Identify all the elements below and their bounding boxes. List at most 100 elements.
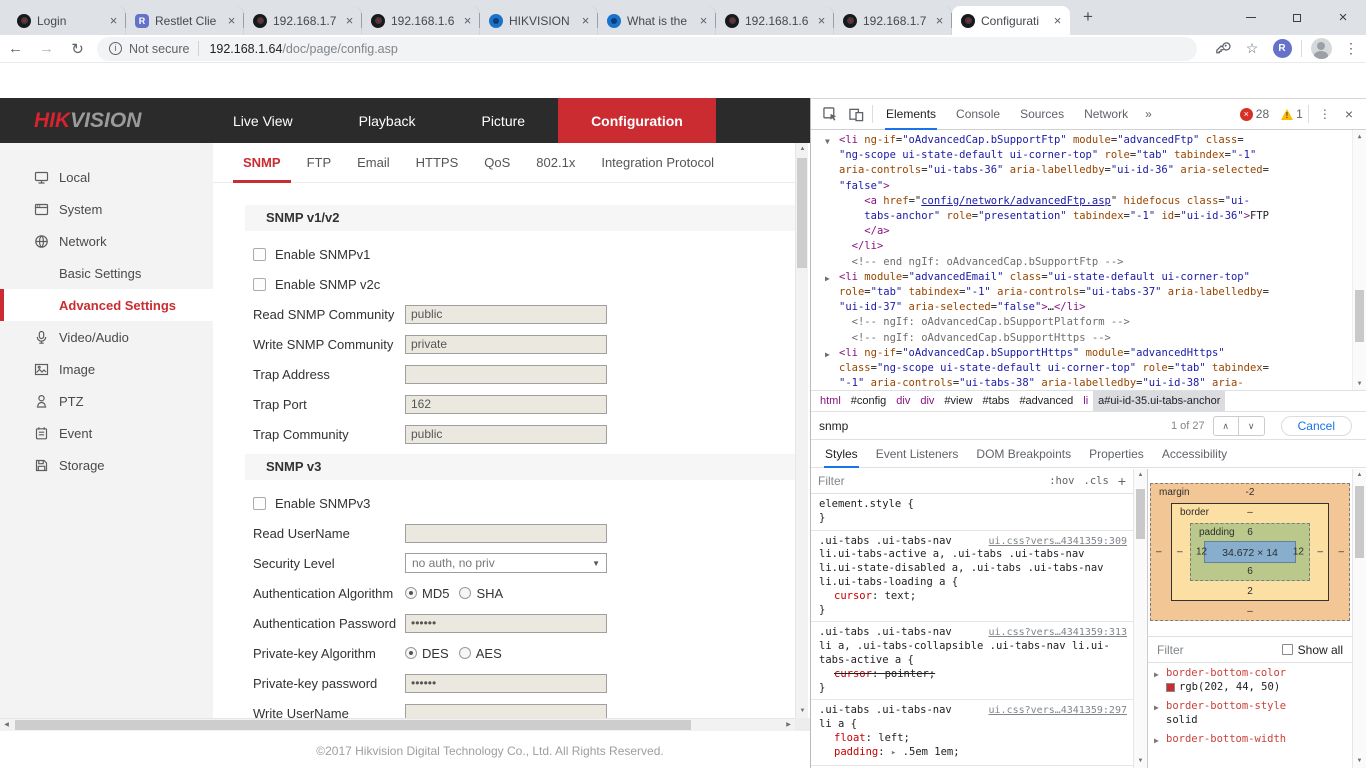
panel-tab-styles[interactable]: Styles [816,440,867,468]
code-line[interactable]: tabs-anchor" role="presentation" tabinde… [829,209,1350,224]
authentication-password-input[interactable]: •••••• [405,614,607,633]
window-minimize-button[interactable] [1228,0,1274,35]
cancel-button[interactable]: Cancel [1281,416,1352,436]
key-icon[interactable] [1207,40,1237,57]
code-line[interactable]: role="tab" tabindex="-1" aria-controls="… [829,285,1350,300]
devtools-close-icon[interactable]: × [1338,106,1360,122]
warning-count[interactable]: 1 [1296,107,1303,121]
nav-item-live-view[interactable]: Live View [200,98,326,143]
trap-community-input[interactable]: public [405,425,607,444]
scroll-up-icon[interactable]: ▲ [1353,469,1366,482]
css-property-cursor[interactable]: cursor: text; [819,590,1127,604]
window-close-button[interactable]: × [1320,0,1366,35]
sidebar-item-network[interactable]: Network [0,225,213,257]
scroll-down-icon[interactable]: ▼ [1353,377,1366,390]
bookmark-star-icon[interactable]: ☆ [1237,40,1267,57]
tab-qos[interactable]: QoS [471,143,523,183]
more-tabs-icon[interactable]: » [1138,107,1159,121]
disclosure-arrow-icon[interactable]: ▶ [825,271,830,286]
device-toolbar-icon[interactable] [843,107,869,122]
tab-integration-protocol[interactable]: Integration Protocol [588,143,727,183]
stylesheet-link[interactable]: ui.css?vers…4341359:297 [989,704,1127,718]
stylesheet-link[interactable]: ui.css?vers…4341359:313 [989,626,1127,640]
styles-filter-input[interactable]: Filter [818,474,845,488]
code-token[interactable]: config/network/advancedFtp.asp [921,195,1111,207]
tab-email[interactable]: Email [344,143,403,183]
tab-close-icon[interactable]: × [578,13,593,28]
forward-icon[interactable]: → [31,40,62,57]
search-next-icon[interactable]: ∨ [1239,417,1264,435]
enable-snmpv1-checkbox[interactable] [253,248,266,261]
url-field[interactable]: i Not secure 192.168.1.64 /doc/page/conf… [97,37,1197,61]
tab-close-icon[interactable]: × [460,13,475,28]
cls-toggle[interactable]: .cls [1084,475,1109,487]
nav-item-configuration[interactable]: Configuration [558,98,716,143]
panel-tab-properties[interactable]: Properties [1080,440,1153,468]
breadcrumb-li[interactable]: li [1078,391,1093,412]
disclosure-arrow-icon[interactable]: ▶ [1154,668,1159,682]
style-rule[interactable]: ui.css?vers…4341359:297.ui-tabs .ui-tabs… [811,700,1133,765]
horizontal-scrollbar[interactable]: ◀ ▶ [0,718,795,731]
site-info-icon[interactable]: i [109,42,122,55]
tab-snmp[interactable]: SNMP [230,143,294,183]
browser-tab-login[interactable]: Login× [8,6,126,35]
show-all-checkbox[interactable] [1282,644,1293,655]
breadcrumb-html[interactable]: html [815,391,846,412]
tab-close-icon[interactable]: × [224,13,239,28]
sidebar-item-event[interactable]: Event [0,417,213,449]
elements-tree[interactable]: ▼<li ng-if="oAdvancedCap.bSupportFtp" mo… [811,130,1366,390]
hov-toggle[interactable]: :hov [1049,475,1074,487]
sidebar-item-video-audio[interactable]: Video/Audio [0,321,213,353]
scroll-up-icon[interactable]: ▲ [1353,130,1366,143]
box-model-border[interactable]: border – – – 2 padding 6 12 12 6 [1171,503,1329,601]
profile-avatar[interactable] [1311,38,1332,59]
code-line[interactable]: ▶<li ng-if="oAdvancedCap.bSupportHttps" … [829,346,1350,361]
breadcrumb-div[interactable]: div [891,391,915,412]
code-line[interactable]: ▼<li ng-if="oAdvancedCap.bSupportFtp" mo… [829,133,1350,148]
scroll-down-icon[interactable]: ▼ [1353,755,1366,768]
disclosure-arrow-icon[interactable]: ▶ [1154,734,1159,748]
computed-property-border-bottom-width[interactable]: ▶border-bottom-width [1148,729,1352,748]
devtools-menu-icon[interactable]: ⋮ [1312,107,1338,121]
sha-radio[interactable] [459,587,471,599]
browser-tab-configurati[interactable]: Configurati× [952,6,1070,35]
breadcrumb-config[interactable]: #config [846,391,891,412]
tab-close-icon[interactable]: × [696,13,711,28]
elements-scrollbar[interactable]: ▲ ▼ [1352,130,1366,390]
scroll-up-icon[interactable]: ▲ [796,143,809,156]
box-model-content[interactable]: 34.672 × 14 [1204,541,1296,563]
style-rule[interactable]: element.style {} [811,494,1133,531]
breadcrumb-tabs[interactable]: #tabs [978,391,1015,412]
browser-tab-hikvision[interactable]: HIKVISION× [480,6,598,35]
code-line[interactable]: "-1" aria-controls="ui-tabs-38" aria-lab… [829,376,1350,390]
code-line[interactable]: <!-- end ngIf: oAdvancedCap.bSupportFtp … [829,255,1350,270]
code-line[interactable]: <a href="config/network/advancedFtp.asp"… [829,194,1350,209]
elements-scroll-thumb[interactable] [1355,290,1364,342]
code-line[interactable]: <!-- ngIf: oAdvancedCap.bSupportHttps --… [829,331,1350,346]
error-count[interactable]: 28 [1256,107,1269,121]
browser-menu-icon[interactable]: ⋮ [1336,40,1366,57]
browser-tab-restlet-clie[interactable]: RRestlet Clie× [126,6,244,35]
private-key-algorithm-option-aes[interactable]: AES [459,646,502,661]
styles-scroll-thumb[interactable] [1136,489,1145,539]
tab-close-icon[interactable]: × [342,13,357,28]
tab-https[interactable]: HTTPS [403,143,472,183]
browser-tab-192-168-1-7[interactable]: 192.168.1.7× [244,6,362,35]
scroll-up-icon[interactable]: ▲ [1134,469,1147,482]
security-level-select[interactable]: no auth, no priv▼ [405,553,607,573]
sidebar-item-image[interactable]: Image [0,353,213,385]
breadcrumb-div[interactable]: div [915,391,939,412]
search-prev-icon[interactable]: ∧ [1214,417,1239,435]
computed-scrollbar[interactable]: ▲ ▼ [1352,469,1366,768]
breadcrumb-view[interactable]: #view [939,391,977,412]
sidebar-item-storage[interactable]: Storage [0,449,213,481]
tab-ftp[interactable]: FTP [294,143,345,183]
scroll-down-icon[interactable]: ▼ [1134,755,1147,768]
vertical-scrollbar[interactable]: ▲ ▼ [795,143,808,718]
sidebar-item-system[interactable]: System [0,193,213,225]
disclosure-arrow-icon[interactable]: ▼ [825,134,830,149]
browser-tab-what-is-the[interactable]: What is the× [598,6,716,35]
horizontal-scroll-thumb[interactable] [15,720,691,730]
box-model-padding[interactable]: padding 6 12 12 6 34.672 × 14 [1190,523,1310,581]
tab-close-icon[interactable]: × [814,13,829,28]
